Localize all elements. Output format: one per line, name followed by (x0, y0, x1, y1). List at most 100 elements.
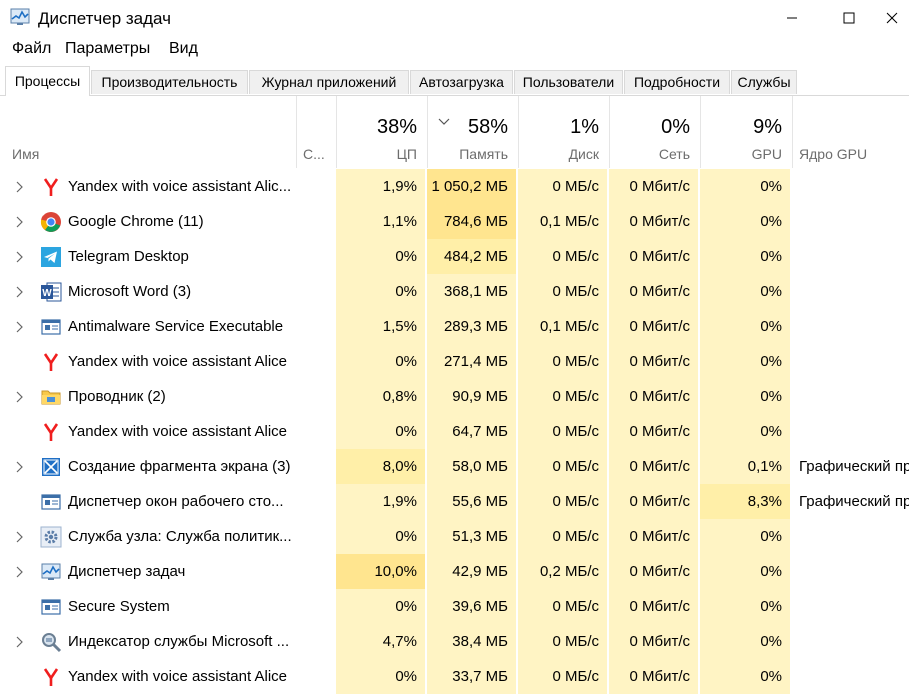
process-gpu-engine-cell: Графический пр (792, 484, 909, 519)
process-name: Yandex with voice assistant Alice (68, 668, 288, 685)
process-gpu-engine-cell (792, 624, 909, 659)
tab-processes[interactable]: Процессы (5, 66, 90, 96)
tab-services[interactable]: Службы (731, 70, 797, 94)
process-gpu-value: 0% (760, 388, 782, 405)
process-gpu-engine-cell: Графический пр (792, 449, 909, 484)
indexer-icon (40, 631, 62, 653)
process-network-cell: 0 Мбит/с (609, 659, 700, 694)
process-row[interactable]: Google Chrome (11) 1,1% 784,6 МБ 0,1 МБ/с 0 … (0, 204, 909, 239)
process-row[interactable]: Telegram Desktop 0% 484,2 МБ 0 МБ/с 0 Мбит/с… (0, 239, 909, 274)
process-disk-value: 0 МБ/с (552, 458, 599, 475)
chevron-right-icon[interactable] (15, 320, 23, 338)
maximize-button[interactable] (826, 0, 872, 36)
process-disk-cell: 0,1 МБ/с (518, 309, 609, 344)
chevron-right-icon[interactable] (15, 215, 23, 233)
process-cpu-value: 0% (395, 283, 417, 300)
process-gpu-engine-value: Графический пр (799, 458, 909, 475)
process-row[interactable]: Проводник (2) 0,8% 90,9 МБ 0 МБ/с 0 Мбит/с 0% (0, 379, 909, 414)
chevron-right-icon[interactable] (15, 285, 23, 303)
process-row[interactable]: Antimalware Service Executable 1,5% 289,3 … (0, 309, 909, 344)
process-cpu-cell: 0% (336, 414, 427, 449)
chevron-right-icon[interactable] (15, 565, 23, 583)
tab-details[interactable]: Подробности (624, 70, 730, 94)
process-gpu-cell: 0,1% (700, 449, 792, 484)
process-disk-value: 0 МБ/с (552, 248, 599, 265)
chevron-right-icon[interactable] (15, 250, 23, 268)
process-network-value: 0 Мбит/с (629, 668, 690, 685)
column-header-disk[interactable]: 1% Диск (518, 96, 609, 168)
process-disk-value: 0 МБ/с (552, 178, 599, 195)
process-name-cell: Antimalware Service Executable (0, 309, 296, 344)
minimize-button[interactable] (769, 0, 815, 36)
column-header-status[interactable]: С... (296, 96, 336, 168)
process-disk-value: 0 МБ/с (552, 388, 599, 405)
column-header-network[interactable]: 0% Сеть (609, 96, 700, 168)
process-row[interactable]: Индексатор службы Microsoft ... 4,7% 38,4 … (0, 624, 909, 659)
menu-file[interactable]: Файл (12, 40, 51, 58)
process-memory-value: 51,3 МБ (452, 528, 508, 545)
process-memory-cell: 42,9 МБ (427, 554, 518, 589)
close-button[interactable] (875, 0, 909, 36)
process-row[interactable]: Диспетчер задач 10,0% 42,9 МБ 0,2 МБ/с 0 Мби… (0, 554, 909, 589)
process-disk-cell: 0,1 МБ/с (518, 204, 609, 239)
process-row[interactable]: W Microsoft Word (3) 0% 368,1 МБ 0 МБ/с 0 Мби… (0, 274, 909, 309)
menu-view[interactable]: Вид (169, 40, 198, 58)
process-network-value: 0 Мбит/с (629, 633, 690, 650)
process-cpu-cell: 4,7% (336, 624, 427, 659)
process-status-cell (296, 169, 336, 204)
tab-performance[interactable]: Производительность (91, 70, 248, 94)
process-row[interactable]: Secure System 0% 39,6 МБ 0 МБ/с 0 Мбит/с 0% (0, 589, 909, 624)
tab-app-history[interactable]: Журнал приложений (249, 70, 409, 94)
process-disk-value: 0 МБ/с (552, 633, 599, 650)
chevron-right-icon[interactable] (15, 390, 23, 408)
process-disk-cell: 0 МБ/с (518, 379, 609, 414)
process-cpu-cell: 0% (336, 519, 427, 554)
process-name: Служба узла: Служба политик... (68, 528, 292, 545)
process-name-cell: Yandex with voice assistant Alice (0, 414, 296, 449)
process-network-value: 0 Мбит/с (629, 213, 690, 230)
process-row[interactable]: Создание фрагмента экрана (3) 8,0% 58,0 МБ… (0, 449, 909, 484)
chevron-right-icon[interactable] (15, 180, 23, 198)
process-status-cell (296, 484, 336, 519)
process-network-cell: 0 Мбит/с (609, 379, 700, 414)
process-disk-cell: 0 МБ/с (518, 344, 609, 379)
process-gpu-engine-cell (792, 379, 909, 414)
process-disk-cell: 0 МБ/с (518, 449, 609, 484)
column-header-gpu[interactable]: 9% GPU (700, 96, 792, 168)
process-cpu-cell: 1,1% (336, 204, 427, 239)
process-gpu-cell: 0% (700, 169, 792, 204)
process-network-cell: 0 Мбит/с (609, 414, 700, 449)
column-header-gpu-engine[interactable]: Ядро GPU (792, 96, 909, 168)
process-row[interactable]: Диспетчер окон рабочего сто... 1,9% 55,6 М… (0, 484, 909, 519)
process-row[interactable]: Yandex with voice assistant Alice 0% 271,4… (0, 344, 909, 379)
process-gpu-cell: 0% (700, 554, 792, 589)
chevron-right-icon[interactable] (15, 530, 23, 548)
process-gpu-value: 0% (760, 353, 782, 370)
process-row[interactable]: Yandex with voice assistant Alice 0% 33,7 … (0, 659, 909, 694)
process-cpu-value: 0% (395, 528, 417, 545)
process-memory-cell: 1 050,2 МБ (427, 169, 518, 204)
column-header-cpu[interactable]: 38% ЦП (336, 96, 427, 168)
tab-startup[interactable]: Автозагрузка (410, 70, 513, 94)
process-row[interactable]: Yandex with voice assistant Alice 0% 64,7 … (0, 414, 909, 449)
process-disk-cell: 0 МБ/с (518, 414, 609, 449)
process-network-value: 0 Мбит/с (629, 318, 690, 335)
process-network-cell: 0 Мбит/с (609, 449, 700, 484)
process-cpu-cell: 0% (336, 659, 427, 694)
process-row[interactable]: Служба узла: Служба политик... 0% 51,3 МБ 0… (0, 519, 909, 554)
menu-options[interactable]: Параметры (65, 40, 150, 58)
chevron-right-icon[interactable] (15, 460, 23, 478)
process-memory-value: 33,7 МБ (452, 668, 508, 685)
process-memory-value: 271,4 МБ (443, 353, 508, 370)
column-header-memory[interactable]: 58% Память (427, 96, 518, 168)
process-name-cell: Yandex with voice assistant Alice (0, 659, 296, 694)
tab-users[interactable]: Пользователи (514, 70, 623, 94)
process-gpu-value: 0% (760, 633, 782, 650)
process-row[interactable]: Yandex with voice assistant Alic... 1,9% 1… (0, 169, 909, 204)
process-cpu-cell: 10,0% (336, 554, 427, 589)
chevron-right-icon[interactable] (15, 635, 23, 653)
process-disk-cell: 0 МБ/с (518, 274, 609, 309)
process-memory-value: 42,9 МБ (452, 563, 508, 580)
service-window-icon (40, 491, 62, 513)
column-header-name[interactable]: Имя (0, 96, 296, 168)
